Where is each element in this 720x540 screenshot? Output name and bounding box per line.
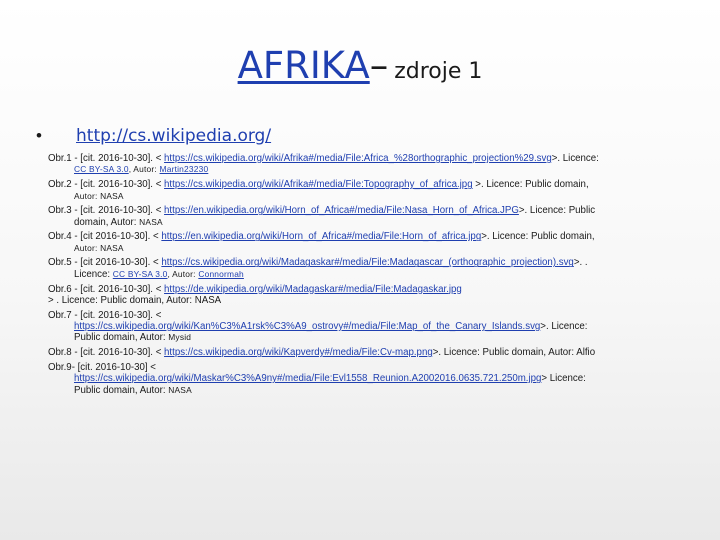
wikipedia-link[interactable]: http://cs.wikipedia.org/ [76,126,271,146]
ref-prefix: Obr.4 - [cit 2016-10-30]. < [48,231,162,243]
ref-suffix: >. Licence: Public domain, [472,179,589,191]
ref-prefix: Obr.9- [cit. 2016-10-30] < [48,361,156,373]
ref-suffix: >. Licence: [540,321,588,333]
reference-item: Obr.3 - [cit. 2016-10-30]. < https://en.… [48,205,688,228]
author-label: , Autor: [167,268,196,279]
ref-continuation: Public domain, Autor: [74,332,166,344]
license-link[interactable]: CC BY-SA 3.0 [74,164,129,174]
author-link[interactable]: Martin23230 [160,164,209,174]
license-label: Licence: [74,268,111,280]
ref-author: Autor: NASA [74,242,124,253]
ref-suffix: > Licence: [541,373,586,385]
reference-list: Obr.1 - [cit. 2016-10-30]. < https://cs.… [48,153,688,399]
ref-prefix: Obr.2 - [cit. 2016-10-30]. < [48,179,165,191]
author-label: , Autor: [128,164,157,175]
ref-url-link[interactable]: https://cs.wikipedia.org/wiki/Maskar%C3%… [74,373,541,384]
title-subtitle: zdroje 1 [394,59,483,84]
ref-suffix: >. . [573,257,588,269]
ref-prefix: Obr.6 - [cit. 2016-10-30]. < [48,283,165,295]
ref-continuation: Public domain, Autor: [74,384,166,396]
reference-item: Obr.1 - [cit. 2016-10-30]. < https://cs.… [48,153,688,176]
ref-url-link[interactable]: https://cs.wikipedia.org/wiki/Kapverdy#/… [164,347,433,358]
ref-suffix: > . Licence: Public domain, Autor: NASA [48,294,222,306]
ref-suffix: >. Licence: Public [518,205,596,217]
ref-url-link[interactable]: https://cs.wikipedia.org/wiki/Afrika#/me… [164,179,473,190]
reference-item: Obr.9- [cit. 2016-10-30] < https://cs.wi… [48,362,688,396]
ref-author: Mysid [168,332,192,343]
ref-prefix: Obr.7 - [cit. 2016-10-30]. < [48,309,162,321]
license-link[interactable]: CC BY-SA 3.0 [113,269,168,279]
reference-item: Obr.7 - [cit. 2016-10-30]. < https://cs.… [48,310,688,344]
ref-continuation: domain, Autor: [74,216,137,228]
ref-url-link[interactable]: https://de.wikipedia.org/wiki/Madagaskar… [164,284,462,295]
title-dash: – [369,44,389,87]
reference-item: Obr.6 - [cit. 2016-10-30]. < https://de.… [48,284,688,307]
ref-prefix: Obr.3 - [cit. 2016-10-30]. < [48,205,165,217]
title-main: AFRIKA [237,44,370,87]
ref-suffix: >. Licence: [551,153,599,164]
ref-prefix: Obr.1 - [cit. 2016-10-30]. < [48,153,165,164]
source-bullet: • http://cs.wikipedia.org/ [36,126,271,146]
bullet-symbol: • [36,126,42,145]
ref-url-link[interactable]: https://en.wikipedia.org/wiki/Horn_of_Af… [161,231,481,242]
reference-item: Obr.5 - [cit 2016-10-30]. < https://cs.w… [48,257,688,280]
slide-title: AFRIKA– zdroje 1 [0,44,720,87]
ref-url-link[interactable]: https://en.wikipedia.org/wiki/Horn_of_Af… [164,205,519,216]
ref-url-link[interactable]: https://cs.wikipedia.org/wiki/Afrika#/me… [164,153,552,164]
ref-author: NASA [168,384,192,395]
ref-prefix: Obr.5 - [cit 2016-10-30]. < [48,257,162,269]
ref-suffix: >. Licence: Public domain, [481,231,595,243]
ref-suffix: >. Licence: Public domain, Autor: Alfio [432,347,596,359]
ref-author: NASA [139,216,163,227]
ref-author: Autor: NASA [74,190,124,201]
ref-url-link[interactable]: https://cs.wikipedia.org/wiki/Kan%C3%A1r… [74,321,540,332]
author-link[interactable]: Connormah [198,269,244,279]
reference-item: Obr.8 - [cit. 2016-10-30]. < https://cs.… [48,347,688,358]
ref-url-link[interactable]: https://cs.wikipedia.org/wiki/Madagaskar… [161,257,573,268]
ref-prefix: Obr.8 - [cit. 2016-10-30]. < [48,347,165,359]
reference-item: Obr.4 - [cit 2016-10-30]. < https://en.w… [48,231,688,254]
reference-item: Obr.2 - [cit. 2016-10-30]. < https://cs.… [48,179,688,202]
